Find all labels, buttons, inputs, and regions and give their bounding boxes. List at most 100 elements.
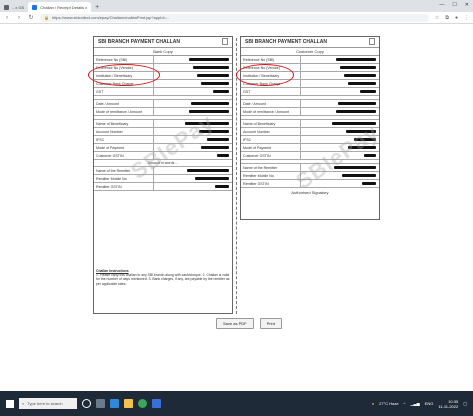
challan-row: Remitter GSTIN [241, 180, 379, 188]
redacted-value [344, 74, 376, 77]
menu-icon[interactable]: ⋮ [464, 15, 469, 21]
row-value [154, 136, 232, 143]
store-icon[interactable] [152, 399, 161, 408]
row-label: Remitter GSTIN [94, 183, 154, 190]
close-window-button[interactable]: ✕ [465, 2, 469, 8]
cortana-icon[interactable] [82, 399, 91, 408]
challan-row: Name of Beneficiary [94, 120, 232, 128]
redacted-value [201, 82, 229, 85]
language-indicator[interactable]: ENG [425, 401, 434, 406]
redacted-value [338, 102, 376, 105]
save-as-pdf-button[interactable]: Save as PDF [216, 318, 254, 329]
tray-chevron-icon[interactable]: ^ [404, 401, 406, 406]
redacted-value [354, 138, 376, 141]
weather-icon[interactable]: ● [372, 401, 374, 406]
row-value [301, 120, 379, 127]
highlight-circle-left [88, 64, 160, 86]
url-input[interactable]: 🔒 https://www.sbicollect.com/epay/Challa… [40, 13, 429, 22]
tab-label: ...x GS [12, 4, 25, 10]
row-label: Date / Amount [241, 100, 301, 107]
row-label: Reference No (SBI) [241, 56, 301, 63]
authorised-signatory: Authorised Signatory [291, 190, 329, 195]
back-arrow-icon[interactable]: ‹ [4, 15, 10, 21]
challan-row: Reference No (SBI) [94, 56, 232, 64]
row-value [154, 100, 232, 107]
row-label: Account Number [94, 128, 154, 135]
row-value [154, 64, 232, 71]
challan-row: Name of the Remitter [241, 164, 379, 172]
forward-arrow-icon[interactable]: › [16, 15, 22, 21]
action-buttons: Save as PDF Print [216, 318, 282, 329]
redacted-value [215, 185, 229, 188]
row-value [154, 108, 232, 115]
redacted-value [189, 110, 229, 113]
redacted-value [348, 146, 376, 149]
minimize-button[interactable]: — [439, 2, 444, 8]
row-value [301, 88, 379, 95]
row-value [301, 56, 379, 63]
row-label: Remitter Mobile No [94, 175, 154, 182]
row-value [301, 152, 379, 159]
maximize-button[interactable]: ☐ [452, 2, 456, 8]
extensions-icon[interactable]: ⧉ [445, 15, 449, 21]
redacted-value [197, 74, 229, 77]
task-view-icon[interactable] [96, 399, 105, 408]
browser-tab-bar: ...x GS Challan / Receipt Details x + — … [0, 0, 473, 12]
redacted-value [348, 82, 376, 85]
row-value [154, 56, 232, 63]
row-value [154, 128, 232, 135]
browser-tab-1[interactable]: ...x GS [0, 2, 28, 12]
tab-favicon-icon [32, 4, 38, 10]
row-label: Customer GSTIN [241, 152, 301, 159]
redacted-value [185, 122, 229, 125]
network-icon[interactable]: ▁▃▅ [410, 401, 419, 406]
new-tab-button[interactable]: + [93, 4, 101, 12]
print-button[interactable]: Print [259, 318, 282, 329]
row-value [301, 164, 379, 171]
challan-row: Reference No (SBI) [241, 56, 379, 64]
row-value [301, 180, 379, 187]
row-value [301, 80, 379, 87]
redacted-value [342, 174, 376, 177]
redacted-value [187, 169, 229, 172]
challan-rows: Name of the Remitter Remitter Mobile No Re… [241, 164, 379, 188]
row-label: Reference No (SBI) [94, 56, 154, 63]
lock-icon: 🔒 [44, 15, 49, 20]
row-value [301, 128, 379, 135]
windows-taskbar: ⌕ Type here to search ● 27°C Haze ^ ▁▃▅ … [0, 391, 473, 416]
clock[interactable]: 10:35 11-11-2022 [438, 399, 458, 409]
row-label: GST [94, 88, 154, 95]
notes-text: 1. Please carry this challan to any SBI … [96, 273, 230, 286]
challan-row: Mode of Payment [94, 144, 232, 152]
row-label: GST [241, 88, 301, 95]
redacted-value [332, 122, 376, 125]
redacted-value [362, 182, 376, 185]
url-text: https://www.sbicollect.com/epay/Challan/… [51, 15, 170, 20]
star-icon[interactable]: ☆ [435, 15, 439, 21]
browser-tab-active[interactable]: Challan / Receipt Details x [28, 2, 92, 12]
row-value [301, 100, 379, 107]
challan-rows: Name of Beneficiary Account Number IFSC Mod… [94, 120, 232, 160]
row-label: Mode of Payment [94, 144, 154, 151]
profile-icon[interactable]: ● [455, 15, 458, 21]
taskbar-search-input[interactable]: ⌕ Type here to search [19, 398, 77, 409]
edge-browser-icon[interactable] [110, 399, 119, 408]
file-explorer-icon[interactable] [124, 399, 133, 408]
row-value [154, 183, 232, 190]
amount-in-words: Amount in words ... [94, 160, 232, 167]
row-label: Name of the Remitter [94, 167, 154, 174]
toolbar-icons: ☆ ⧉ ● ⋮ [435, 15, 469, 21]
weather-text[interactable]: 27°C Haze [379, 401, 398, 406]
row-value [301, 72, 379, 79]
windows-start-icon[interactable] [6, 399, 14, 408]
challan-row: Remitter Mobile No [94, 175, 232, 183]
challan-row: Remitter Mobile No [241, 172, 379, 180]
reload-icon[interactable]: ↻ [28, 14, 34, 21]
row-label: Name of Beneficiary [94, 120, 154, 127]
chrome-icon[interactable] [138, 399, 147, 408]
redacted-value [213, 90, 229, 93]
challan-row: Account Number [241, 128, 379, 136]
challan-title-text: SBI BRANCH PAYMENT CHALLAN [98, 39, 180, 45]
notification-icon[interactable]: ▢ [463, 401, 467, 406]
redacted-value [201, 146, 229, 149]
